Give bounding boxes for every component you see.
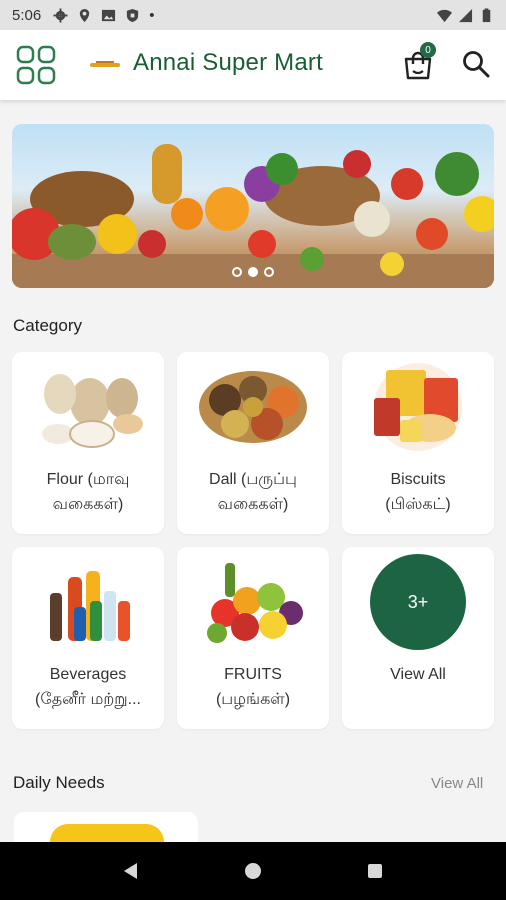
lentils-image xyxy=(199,371,307,443)
daily-needs-view-all-link[interactable]: View All xyxy=(431,775,483,792)
home-icon[interactable] xyxy=(243,861,263,881)
system-nav-bar xyxy=(0,842,506,900)
category-card-dall[interactable]: Dall (பருப்பு வகைகள்) xyxy=(177,352,329,534)
category-label-beverages: Beverages (தேனீர் மற்று... xyxy=(35,666,141,708)
app-title: Annai Super Mart xyxy=(133,49,323,76)
gallery-icon xyxy=(102,9,116,21)
wifi-icon xyxy=(437,9,452,22)
back-icon[interactable] xyxy=(121,861,141,881)
category-label-flour: Flour (மாவு வகைகள்) xyxy=(46,471,130,513)
category-card-biscuits[interactable]: Biscuits (பிஸ்கட்) xyxy=(342,352,494,534)
shield-icon xyxy=(127,8,139,22)
recents-icon[interactable] xyxy=(365,861,385,881)
battery-icon xyxy=(482,7,491,22)
category-label-view-all: View All xyxy=(390,666,446,683)
category-label-biscuits: Biscuits (பிஸ்கட்) xyxy=(385,471,451,513)
fruits-image xyxy=(207,563,303,643)
banner-pagination xyxy=(12,267,494,277)
promo-banner[interactable] xyxy=(12,124,494,288)
daily-needs-title: Daily Needs xyxy=(13,773,105,792)
category-card-view-all[interactable]: 3+ View All xyxy=(342,547,494,729)
category-label-dall: Dall (பருப்பு வகைகள்) xyxy=(209,471,297,513)
banner-dot-2[interactable] xyxy=(248,267,258,277)
store-logo-icon xyxy=(90,61,120,67)
flour-bags-image xyxy=(42,374,143,448)
category-card-flour[interactable]: Flour (மாவு வகைகள்) xyxy=(12,352,164,534)
status-dot: • xyxy=(149,6,155,24)
status-bar: 5:06 • xyxy=(0,0,506,30)
category-card-fruits[interactable]: FRUITS (பழங்கள்) xyxy=(177,547,329,729)
banner-produce-illustration xyxy=(12,144,494,288)
signal-icon xyxy=(458,8,473,22)
category-card-beverages[interactable]: Beverages (தேனீர் மற்று... xyxy=(12,547,164,729)
status-time: 5:06 xyxy=(12,6,42,24)
search-icon[interactable] xyxy=(461,49,491,79)
more-categories-badge: 3+ xyxy=(370,554,466,650)
grid-menu-icon[interactable] xyxy=(16,45,56,85)
cart-count-badge: 0 xyxy=(420,42,436,58)
banner-dot-1[interactable] xyxy=(232,267,242,277)
category-label-fruits: FRUITS (பழங்கள்) xyxy=(215,666,291,708)
app-bar: Annai Super Mart 0 xyxy=(0,30,506,100)
location-pin-icon xyxy=(80,8,90,22)
biscuits-image xyxy=(374,363,462,451)
gear-icon xyxy=(53,7,68,23)
category-title: Category xyxy=(13,316,82,335)
banner-dot-3[interactable] xyxy=(264,267,274,277)
beverages-image xyxy=(50,571,130,641)
